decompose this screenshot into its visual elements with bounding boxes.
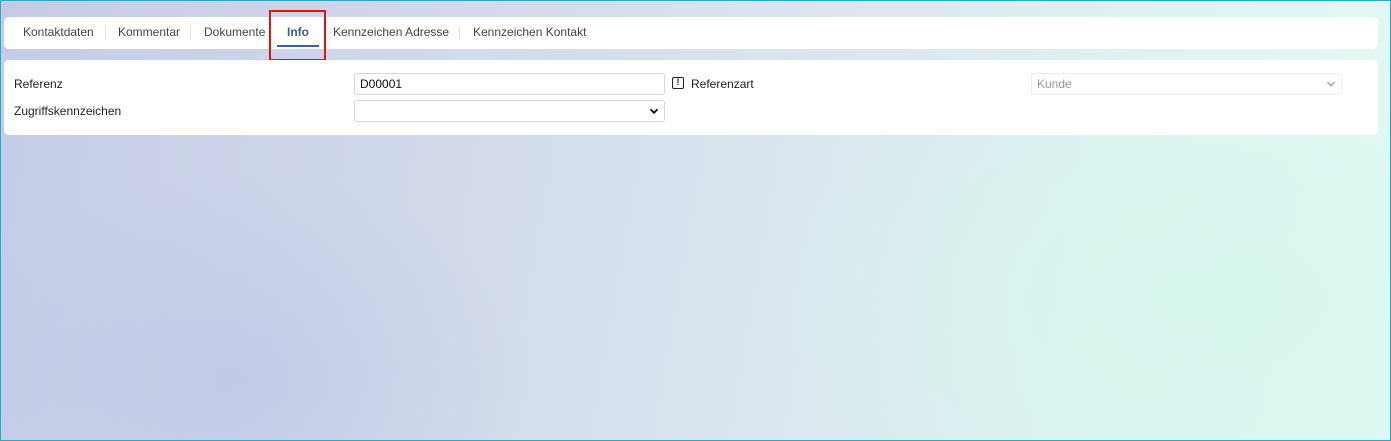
- tab-dokumente[interactable]: Dokumente: [204, 17, 265, 49]
- tab-divider: [459, 26, 460, 40]
- referenzart-value: Kunde: [1037, 77, 1072, 91]
- zugriffskennzeichen-select[interactable]: [354, 100, 665, 122]
- tab-bar: Kontaktdaten Kommentar Dokumente Info Ke…: [4, 17, 1378, 49]
- tab-divider: [105, 26, 106, 40]
- info-icon: !: [672, 77, 684, 89]
- referenz-label: Referenz: [14, 77, 63, 91]
- chevron-down-icon: [1326, 81, 1336, 87]
- info-form-panel: Referenz D00001 ! Referenzart Kunde Zugr…: [4, 60, 1378, 135]
- tab-kennzeichen-kontakt[interactable]: Kennzeichen Kontakt: [473, 17, 586, 49]
- chevron-down-icon: [649, 108, 659, 115]
- tab-highlight-marker: [269, 10, 326, 61]
- zugriffskennzeichen-label: Zugriffskennzeichen: [14, 104, 122, 118]
- referenzart-label: Referenzart: [691, 77, 754, 91]
- referenz-input[interactable]: D00001: [354, 73, 665, 95]
- tab-kennzeichen-adresse[interactable]: Kennzeichen Adresse: [333, 17, 449, 49]
- tab-kontaktdaten[interactable]: Kontaktdaten: [23, 17, 94, 49]
- tab-kommentar[interactable]: Kommentar: [118, 17, 180, 49]
- referenzart-select[interactable]: Kunde: [1031, 73, 1342, 95]
- tab-divider: [190, 26, 191, 40]
